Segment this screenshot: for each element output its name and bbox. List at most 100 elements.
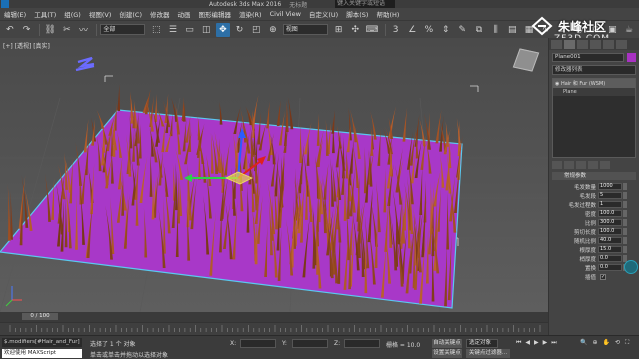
app-logo-icon[interactable] bbox=[1, 0, 9, 8]
menu-graph-editors[interactable]: 图形编辑器 bbox=[199, 9, 232, 19]
play-icon[interactable]: ▶ bbox=[534, 339, 539, 347]
pan-view-icon[interactable]: ✋ bbox=[603, 339, 610, 347]
remove-modifier-icon[interactable] bbox=[588, 161, 598, 169]
select-and-rotate-icon[interactable]: ↻ bbox=[233, 23, 247, 37]
menu-help[interactable]: 帮助(H) bbox=[376, 9, 399, 19]
go-to-start-icon[interactable]: ⏮ bbox=[516, 339, 521, 347]
interpolate-checkbox[interactable]: ✓ bbox=[600, 273, 606, 280]
select-manipulate-icon[interactable]: ✣ bbox=[348, 23, 362, 37]
go-to-end-icon[interactable]: ⏭ bbox=[551, 339, 556, 347]
stack-item-plane[interactable]: Plane bbox=[553, 88, 635, 96]
object-color-swatch[interactable] bbox=[627, 53, 636, 62]
maximize-viewport-icon[interactable]: ⛶ bbox=[625, 339, 629, 347]
menu-tools[interactable]: 工具(T) bbox=[34, 9, 56, 19]
viewport-label[interactable]: [+] [透视] [真实] bbox=[3, 41, 50, 50]
layer-manager-icon[interactable]: ▤ bbox=[505, 23, 519, 37]
search-input[interactable]: 键入关键字或短语 bbox=[335, 0, 395, 8]
snap-toggle-icon[interactable]: 3 bbox=[389, 23, 403, 37]
param-value-field[interactable]: 15.0 bbox=[598, 246, 622, 253]
motion-tab-icon[interactable] bbox=[590, 39, 601, 49]
selected-set-dropdown[interactable]: 选定对象 bbox=[466, 339, 498, 348]
menu-edit[interactable]: 编辑(E) bbox=[4, 9, 26, 19]
param-spinner[interactable] bbox=[623, 210, 627, 217]
zoom-all-icon[interactable]: ⊕ bbox=[592, 339, 597, 347]
maxscript-mini-listener[interactable]: 欢迎使用 MAXScript bbox=[2, 349, 82, 358]
menu-create[interactable]: 创建(C) bbox=[119, 9, 142, 19]
unlink-icon[interactable]: ✂ bbox=[60, 23, 74, 37]
select-object-icon[interactable]: ⬚ bbox=[149, 23, 163, 37]
param-value-field[interactable]: 0.0 bbox=[598, 255, 622, 262]
set-key-button[interactable]: 设置关键点 bbox=[432, 349, 462, 358]
window-crossing-icon[interactable]: ◫ bbox=[199, 23, 213, 37]
redo-icon[interactable]: ↷ bbox=[20, 23, 34, 37]
param-value-field[interactable]: 40.0 bbox=[598, 237, 622, 244]
create-tab-icon[interactable] bbox=[551, 39, 562, 49]
pivot-center-icon[interactable]: ⊞ bbox=[332, 23, 346, 37]
param-spinner[interactable] bbox=[623, 201, 627, 208]
param-value-field[interactable]: 300.0 bbox=[598, 219, 622, 226]
select-and-place-icon[interactable]: ⊕ bbox=[266, 23, 280, 37]
pin-stack-icon[interactable] bbox=[552, 161, 562, 169]
stack-item-hair-and-fur[interactable]: ◉ Hair 和 Fur (WSM) bbox=[553, 79, 635, 88]
param-spinner[interactable] bbox=[623, 228, 627, 235]
angle-snap-icon[interactable]: ∠ bbox=[405, 23, 419, 37]
menu-civil-view[interactable]: Civil View bbox=[270, 10, 301, 18]
menu-views[interactable]: 视图(V) bbox=[89, 9, 112, 19]
auto-key-button[interactable]: 自动关键点 bbox=[432, 339, 462, 348]
param-value-field[interactable]: 1000 bbox=[598, 183, 622, 190]
select-and-scale-icon[interactable]: ◰ bbox=[249, 23, 263, 37]
selection-filter-dropdown[interactable]: 全部 bbox=[100, 24, 146, 35]
perspective-viewport[interactable]: [+] [透视] [真实] bbox=[0, 38, 548, 312]
percent-snap-icon[interactable]: % bbox=[422, 23, 436, 37]
menu-animation[interactable]: 动画 bbox=[178, 9, 191, 19]
y-coord-field[interactable] bbox=[292, 339, 328, 348]
select-by-name-icon[interactable]: ☰ bbox=[166, 23, 180, 37]
next-frame-icon[interactable]: ▶ bbox=[543, 339, 548, 347]
general-parameters-rollout[interactable]: 常规参数 bbox=[552, 172, 636, 180]
modifier-list-dropdown[interactable]: 修改器列表 bbox=[552, 65, 636, 75]
undo-icon[interactable]: ↶ bbox=[3, 23, 17, 37]
param-spinner[interactable] bbox=[623, 237, 627, 244]
menu-rendering[interactable]: 渲染(R) bbox=[239, 9, 262, 19]
rectangle-selection-icon[interactable]: ▭ bbox=[183, 23, 197, 37]
bind-spacewarp-icon[interactable]: 〰 bbox=[77, 23, 91, 37]
link-icon[interactable]: ⛓ bbox=[43, 23, 57, 37]
object-name-field[interactable]: Plane001 bbox=[552, 53, 624, 62]
show-end-result-icon[interactable] bbox=[564, 161, 574, 169]
display-tab-icon[interactable] bbox=[603, 39, 614, 49]
mirror-icon[interactable]: ⧉ bbox=[472, 23, 486, 37]
hierarchy-tab-icon[interactable] bbox=[577, 39, 588, 49]
edit-named-selection-icon[interactable]: ✎ bbox=[455, 23, 469, 37]
param-value-field[interactable]: 100.0 bbox=[598, 228, 622, 235]
zoom-icon[interactable]: 🔍 bbox=[580, 339, 587, 347]
time-slider-thumb[interactable]: 0 / 100 bbox=[22, 313, 58, 320]
keyboard-shortcut-icon[interactable]: ⌨ bbox=[365, 23, 379, 37]
param-spinner[interactable] bbox=[623, 246, 627, 253]
align-icon[interactable]: ⫼ bbox=[489, 23, 503, 37]
param-value-field[interactable]: 100.0 bbox=[598, 210, 622, 217]
menu-modifiers[interactable]: 修改器 bbox=[150, 9, 170, 19]
param-value-field[interactable]: 1 bbox=[598, 201, 622, 208]
param-spinner[interactable] bbox=[623, 183, 627, 190]
previous-frame-icon[interactable]: ◀ bbox=[525, 339, 530, 347]
configure-modifier-sets-icon[interactable] bbox=[600, 161, 610, 169]
menu-customize[interactable]: 自定义(U) bbox=[309, 9, 338, 19]
time-slider[interactable]: 0 / 100 bbox=[0, 312, 548, 322]
make-unique-icon[interactable] bbox=[576, 161, 586, 169]
panel-scroll-handle[interactable] bbox=[624, 260, 638, 274]
track-bar[interactable] bbox=[0, 322, 548, 335]
menu-scripting[interactable]: 脚本(S) bbox=[346, 9, 368, 19]
param-value-field[interactable]: 5 bbox=[598, 192, 622, 199]
z-coord-field[interactable] bbox=[344, 339, 380, 348]
param-spinner[interactable] bbox=[623, 219, 627, 226]
key-filters-button[interactable]: 关键点过滤器... bbox=[466, 349, 510, 358]
utilities-tab-icon[interactable] bbox=[616, 39, 627, 49]
orbit-icon[interactable]: ⟲ bbox=[615, 339, 620, 347]
reference-coordinate-dropdown[interactable]: 视图 bbox=[282, 24, 328, 35]
menu-group[interactable]: 组(G) bbox=[64, 9, 81, 19]
x-coord-field[interactable] bbox=[240, 339, 276, 348]
param-value-field[interactable]: 0.0 bbox=[598, 264, 622, 271]
spinner-snap-icon[interactable]: ⇕ bbox=[439, 23, 453, 37]
select-and-move-icon[interactable]: ✥ bbox=[216, 22, 230, 37]
maxscript-listener-line[interactable]: $.modifiers[#Hair_and_Fur] bbox=[2, 338, 82, 347]
